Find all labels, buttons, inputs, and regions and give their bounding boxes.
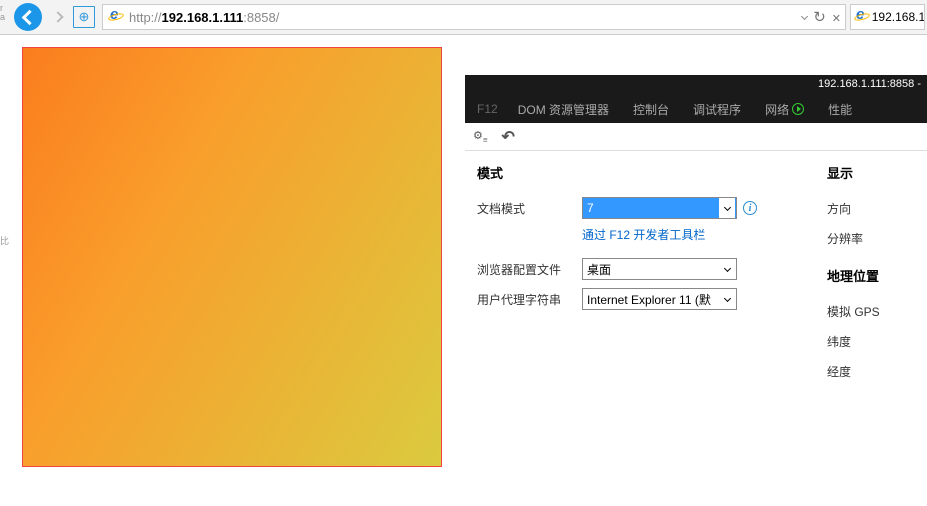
- ie-icon: [108, 9, 124, 25]
- devtools-panel: 192.168.1.111:8858 - F12 DOM 资源管理器 控制台 调…: [465, 75, 927, 506]
- label-latitude: 纬度: [827, 333, 851, 350]
- url-box[interactable]: http://192.168.1.111:8858/: [102, 4, 846, 30]
- section-geo-title: 地理位置: [827, 266, 880, 285]
- back-arrow-icon: [22, 9, 38, 25]
- compat-shield-button[interactable]: ⊕: [73, 6, 95, 28]
- reset-icon[interactable]: [502, 127, 515, 147]
- section-display-title: 显示: [827, 163, 880, 182]
- devtools-body: 模式 文档模式 7 i 通过 F12 开发者工具栏 浏览器配置文件 桌面: [465, 151, 927, 506]
- left-page-cut-lower: 比: [0, 35, 10, 506]
- tab-console[interactable]: 控制台: [621, 95, 681, 123]
- gradient-box: [22, 47, 442, 467]
- label-doc-mode: 文档模式: [477, 200, 582, 217]
- rendered-page: [10, 35, 465, 506]
- devtools-toolbar: ≡: [465, 123, 927, 151]
- label-direction: 方向: [827, 200, 851, 217]
- devtools-tabs: F12 DOM 资源管理器 控制台 调试程序 网络 性能: [465, 95, 927, 123]
- forward-arrow-icon: [52, 11, 63, 22]
- mode-column: 模式 文档模式 7 i 通过 F12 开发者工具栏 浏览器配置文件 桌面: [477, 163, 827, 506]
- select-doc-mode[interactable]: 7: [582, 197, 737, 219]
- tab-label: 192.168.1.: [872, 10, 924, 24]
- back-button[interactable]: [14, 3, 42, 31]
- settings-icon[interactable]: ≡: [473, 128, 488, 144]
- left-page-cut: r a: [0, 0, 10, 35]
- record-icon: [792, 103, 804, 115]
- tab-network[interactable]: 网络: [753, 95, 816, 123]
- select-ua-string[interactable]: Internet Explorer 11 (默: [582, 288, 737, 310]
- tab-performance[interactable]: 性能: [816, 95, 864, 123]
- link-via-f12[interactable]: 通过 F12 开发者工具栏: [582, 226, 827, 243]
- refresh-button[interactable]: [813, 8, 826, 26]
- content-area: 比 192.168.1.111:8858 - F12 DOM 资源管理器 控制台…: [0, 35, 927, 506]
- display-column: 显示 方向 分辨率 地理位置 模拟 GPS 纬度 经度: [827, 163, 880, 506]
- ie-icon: [854, 9, 869, 25]
- section-mode-title: 模式: [477, 163, 827, 182]
- browser-tab[interactable]: 192.168.1.: [850, 4, 925, 30]
- stop-button[interactable]: [832, 9, 841, 25]
- label-ua-string: 用户代理字符串: [477, 291, 582, 308]
- label-longitude: 经度: [827, 363, 851, 380]
- address-bar: r a ⊕ http://192.168.1.111:8858/ 192.168…: [0, 0, 927, 35]
- forward-button[interactable]: [46, 5, 70, 29]
- tab-dom-explorer[interactable]: DOM 资源管理器: [506, 95, 621, 123]
- chevron-down-icon: [723, 264, 730, 271]
- tab-f12[interactable]: F12: [465, 95, 506, 123]
- select-browser-profile[interactable]: 桌面: [582, 258, 737, 280]
- url-text: http://192.168.1.111:8858/: [129, 10, 802, 25]
- tab-debugger[interactable]: 调试程序: [681, 95, 753, 123]
- label-browser-profile: 浏览器配置文件: [477, 261, 582, 278]
- chevron-down-icon: [723, 203, 730, 210]
- devtools-titlebar: 192.168.1.111:8858 -: [465, 75, 927, 95]
- chevron-down-icon: [723, 294, 730, 301]
- info-icon[interactable]: i: [743, 201, 757, 215]
- label-sim-gps: 模拟 GPS: [827, 303, 880, 320]
- url-dropdown-icon[interactable]: [801, 12, 808, 19]
- label-resolution: 分辨率: [827, 230, 863, 247]
